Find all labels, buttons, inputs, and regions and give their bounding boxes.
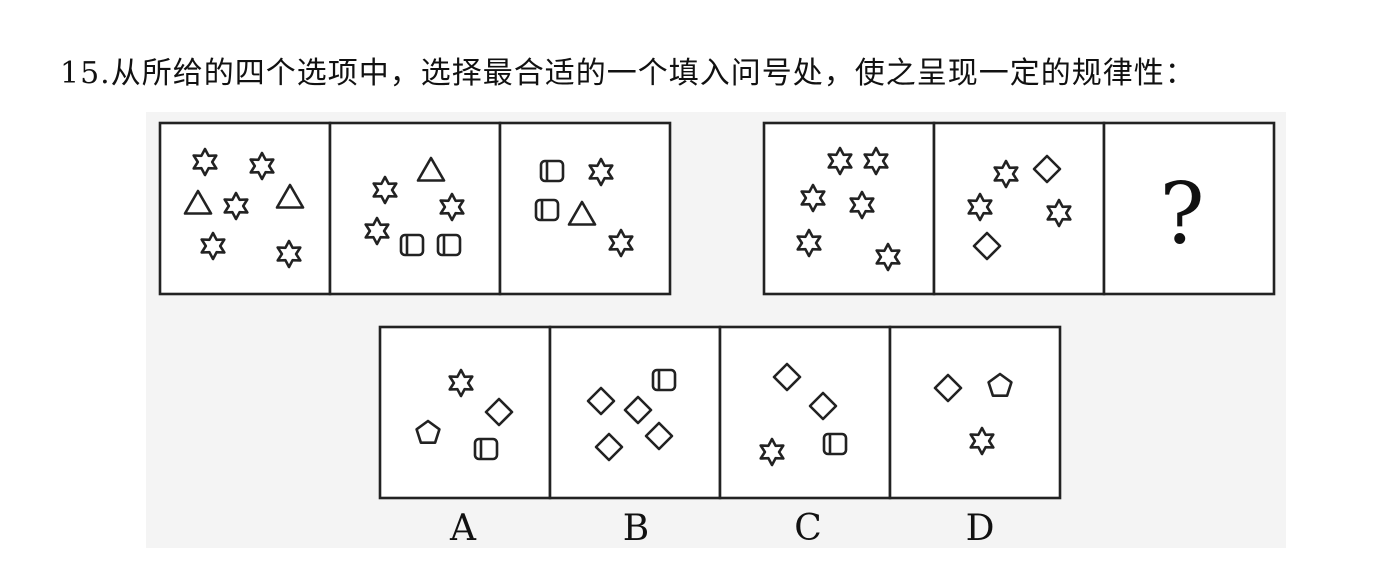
option-a-panel[interactable] [378, 325, 552, 500]
panel-2-1 [762, 121, 936, 296]
option-d-label[interactable]: D [966, 508, 995, 549]
panel-2-2 [932, 121, 1106, 296]
sequence-group-1 [158, 121, 672, 296]
option-b-panel[interactable] [548, 325, 722, 500]
question-mark: ? [1159, 165, 1204, 263]
option-b-label[interactable]: B [623, 508, 649, 549]
option-c-label[interactable]: C [794, 508, 822, 549]
panel-1-2 [328, 121, 502, 296]
puzzle-figure: ? A B C D [158, 121, 1276, 549]
option-a-label[interactable]: A [449, 508, 477, 549]
option-d-panel[interactable] [888, 325, 1062, 500]
option-c-panel[interactable] [718, 325, 892, 500]
